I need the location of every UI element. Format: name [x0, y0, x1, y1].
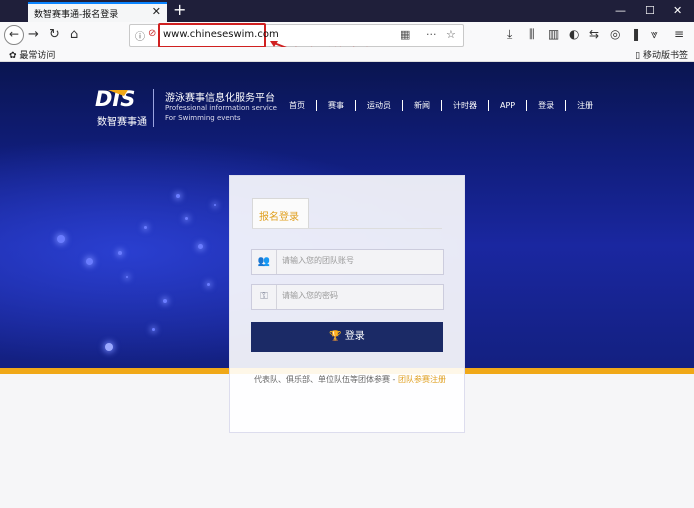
logo-subtitle: 数智赛事通 — [97, 117, 147, 128]
glow-dot — [214, 204, 216, 206]
glow-dot — [105, 343, 113, 351]
team-account-input[interactable] — [282, 256, 432, 265]
nav-register[interactable]: 注册 — [577, 100, 593, 111]
glow-dot — [207, 283, 210, 286]
reload-button[interactable]: ↻ — [49, 27, 60, 42]
register-prompt: 代表队、俱乐部、单位队伍等团体参赛 - 团队参赛注册 — [252, 373, 448, 386]
bookmark-most-visited[interactable]: ✿ 最常访问 — [9, 48, 55, 61]
home-button[interactable]: ⌂ — [70, 27, 78, 42]
glow-dot — [118, 251, 122, 255]
web-page: DIS 数智赛事通 游泳赛事信息化服务平台 Professional infor… — [0, 62, 694, 508]
close-window-button[interactable]: ✕ — [673, 4, 682, 17]
glow-dot — [176, 194, 180, 198]
nav-separator — [441, 99, 442, 111]
nav-app[interactable]: APP — [500, 101, 515, 110]
nav-separator — [316, 99, 317, 111]
site-info-icon[interactable]: ⓘ — [135, 28, 145, 43]
browser-tab[interactable]: 数智赛事通-报名登录 ✕ — [28, 2, 167, 22]
qr-code-icon[interactable]: ▦ — [400, 28, 410, 41]
insecure-icon: ⊘ — [148, 28, 157, 39]
maximize-button[interactable]: ☐ — [645, 4, 655, 17]
login-button[interactable]: 🏆 登录 — [251, 322, 443, 352]
glow-dot — [144, 226, 147, 229]
glow-dot — [57, 235, 65, 243]
password-input[interactable] — [282, 291, 432, 300]
new-tab-button[interactable]: + — [173, 1, 186, 19]
bookmarks-bar: ✿ 最常访问 ▯ 移动版书签 — [0, 47, 694, 62]
library-icon[interactable]: ⫼ — [529, 27, 535, 42]
nav-separator — [526, 99, 528, 111]
nav-separator — [565, 99, 567, 111]
page-actions-icon[interactable]: ··· — [426, 28, 437, 41]
extension-icon[interactable]: ◎ — [610, 27, 620, 41]
key-icon: ⚿ — [252, 285, 277, 309]
tab-title: 数智赛事通-报名登录 — [34, 10, 119, 20]
glow-dot — [152, 328, 155, 331]
glow-dot — [163, 299, 167, 303]
firefox-account-icon[interactable]: ◐ — [569, 27, 579, 41]
team-users-icon: 👥 — [252, 250, 277, 274]
sidebar-icon[interactable]: ▥ — [548, 27, 559, 41]
glow-dot — [185, 217, 188, 220]
nav-news[interactable]: 新闻 — [414, 100, 430, 111]
login-button-label: 登录 — [344, 331, 365, 342]
nav-separator — [488, 99, 489, 111]
forward-button[interactable]: → — [28, 27, 39, 42]
nav-athletes[interactable]: 运动员 — [367, 100, 391, 111]
tab-divider — [252, 228, 442, 229]
tab-active-indicator — [28, 2, 167, 4]
trophy-icon: 🏆 — [329, 331, 342, 342]
sync-icon[interactable]: ⇆ — [589, 27, 599, 41]
vpn-icon[interactable]: ⩔ — [651, 27, 658, 42]
login-card: 报名登录 👥 ⚿ 🏆 登录 代表队、俱乐部、单位队伍等团体参赛 - 团队参赛注册 — [229, 175, 465, 433]
dis-logo-icon[interactable]: DIS — [94, 87, 142, 109]
bookmark-star-icon[interactable]: ☆ — [446, 28, 456, 41]
back-button[interactable]: ← — [4, 25, 24, 45]
tab-close-icon[interactable]: ✕ — [152, 5, 161, 18]
team-account-field[interactable]: 👥 — [251, 249, 444, 275]
nav-separator — [355, 99, 356, 111]
pocket-icon[interactable]: ❚ — [631, 27, 641, 41]
mobile-bookmarks[interactable]: ▯ 移动版书签 — [635, 48, 688, 61]
team-register-link[interactable]: 团队参赛注册 — [398, 375, 446, 384]
logo-divider — [153, 89, 154, 127]
tab-registration-login[interactable]: 报名登录 — [252, 198, 309, 229]
register-text: 代表队、俱乐部、单位队伍等团体参赛 - — [254, 375, 398, 384]
logo-title: 游泳赛事信息化服务平台 — [165, 93, 275, 104]
minimize-button[interactable]: — — [615, 4, 626, 17]
glow-dot — [126, 276, 128, 278]
nav-separator — [402, 99, 403, 111]
nav-timer[interactable]: 计时器 — [453, 100, 477, 111]
site-nav: 首页 赛事 运动员 新闻 计时器 APP 登录 注册 — [289, 98, 593, 112]
password-field[interactable]: ⚿ — [251, 284, 444, 310]
browser-title-bar: 数智赛事通-报名登录 ✕ + — ☐ ✕ — [0, 0, 694, 22]
logo-english-line-1: Professional information service — [165, 104, 277, 112]
nav-home[interactable]: 首页 — [289, 100, 305, 111]
glow-dot — [198, 244, 203, 249]
nav-login[interactable]: 登录 — [538, 100, 554, 111]
tab-label: 报名登录 — [259, 212, 299, 223]
url-text[interactable]: www.chineseswim.com — [163, 29, 279, 40]
nav-events[interactable]: 赛事 — [328, 100, 344, 111]
menu-icon[interactable]: ≡ — [674, 27, 684, 41]
downloads-icon[interactable]: ⤓ — [507, 27, 512, 42]
glow-dot — [86, 258, 93, 265]
logo-english-line-2: For Swimming events — [165, 114, 241, 122]
